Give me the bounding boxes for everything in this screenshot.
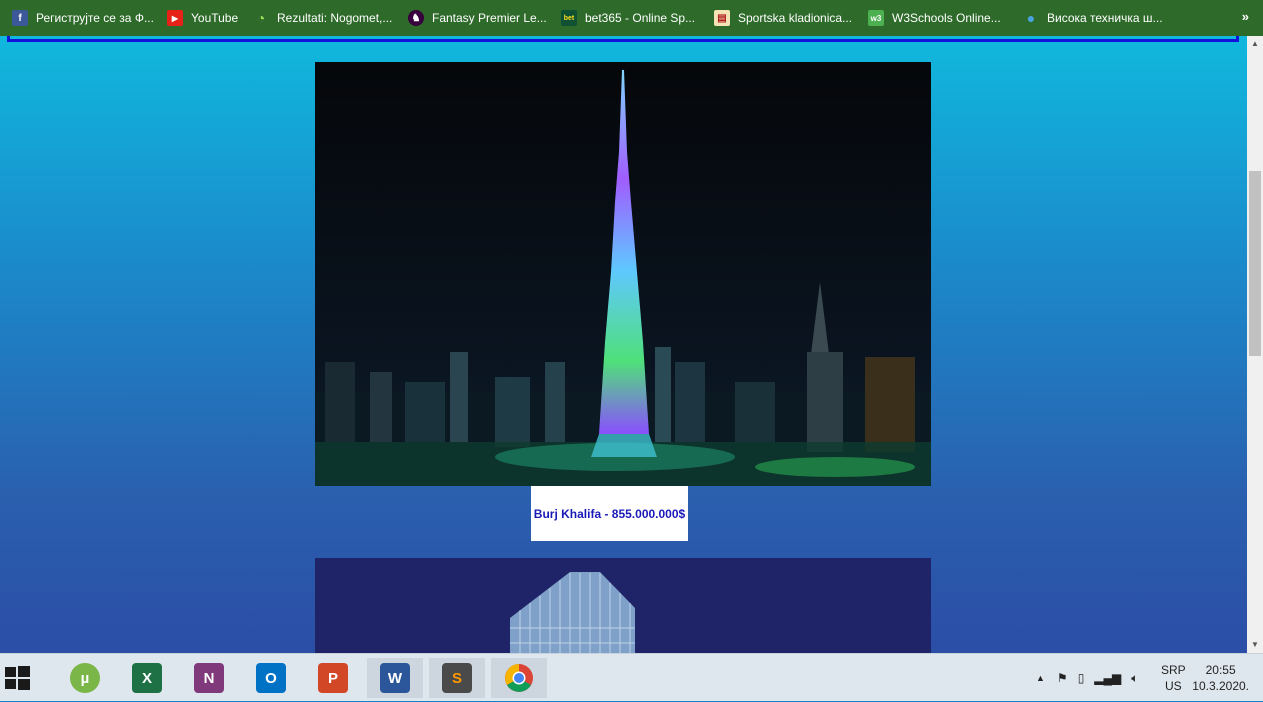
bookmarks-bar: f Региструјте се за Ф... ▶ YouTube ◔ Rez… <box>0 0 1263 36</box>
bookmarks-overflow-chevron-icon[interactable]: » <box>1242 9 1249 24</box>
bookmark-w3schools[interactable]: w3 W3Schools Online... <box>868 0 1023 36</box>
bookmark-fantasy-premier-league[interactable]: ♞ Fantasy Premier Le... <box>408 0 561 36</box>
bookmark-youtube[interactable]: ▶ YouTube <box>167 0 253 36</box>
taskbar-sublime-text[interactable]: S <box>429 658 485 698</box>
language-code: SRP <box>1161 663 1186 677</box>
taskbar-powerpoint[interactable]: P <box>305 658 361 698</box>
start-button[interactable] <box>0 654 34 702</box>
taskbar-onenote[interactable]: N <box>181 658 237 698</box>
scroll-down-arrow-icon[interactable]: ▼ <box>1247 637 1263 653</box>
utorrent-icon: µ <box>70 663 100 693</box>
onenote-icon: N <box>194 663 224 693</box>
scroll-thumb[interactable] <box>1249 171 1261 356</box>
clock[interactable]: 20:55 10.3.2020. <box>1192 662 1249 694</box>
bookmark-label: Региструјте се за Ф... <box>36 11 154 25</box>
bookmark-rezultati[interactable]: ◔ Rezultati: Nogomet,... <box>253 0 408 36</box>
scroll-up-arrow-icon[interactable]: ▲ <box>1247 36 1263 52</box>
windows-logo-icon <box>5 666 30 690</box>
kladionica-icon: ▤ <box>714 10 730 26</box>
burj-khalifa-photo <box>315 62 931 486</box>
building-photo <box>315 558 931 653</box>
sublime-text-icon: S <box>442 663 472 693</box>
rezultati-icon: ◔ <box>256 10 266 26</box>
bet365-icon: bet <box>561 10 577 26</box>
bookmark-label: W3Schools Online... <box>892 11 1001 25</box>
facebook-icon: f <box>12 10 28 26</box>
clock-date: 10.3.2020. <box>1192 679 1249 693</box>
powerpoint-icon: P <box>318 663 348 693</box>
premier-league-icon: ♞ <box>408 10 424 26</box>
bookmark-label: bet365 - Online Sp... <box>585 11 696 25</box>
bookmark-facebook[interactable]: f Региструјте се за Ф... <box>12 0 167 36</box>
vertical-scrollbar[interactable]: ▲ ▼ <box>1247 36 1263 653</box>
outlook-icon: O <box>256 663 286 693</box>
language-indicator[interactable]: SRP US <box>1161 662 1186 694</box>
volume-icon[interactable]: 🔈︎ <box>1131 671 1138 686</box>
bookmark-bet365[interactable]: bet bet365 - Online Sp... <box>561 0 714 36</box>
bookmark-label: Sportska kladionica... <box>738 11 853 25</box>
bookmark-sportska-kladionica[interactable]: ▤ Sportska kladionica... <box>714 0 868 36</box>
power-icon[interactable]: ▯ <box>1078 671 1085 685</box>
header-frame-border <box>7 36 1239 42</box>
action-center-flag-icon[interactable]: ⚑ <box>1057 671 1068 685</box>
youtube-icon: ▶ <box>167 10 183 26</box>
excel-icon: X <box>132 663 162 693</box>
bookmark-label: YouTube <box>191 11 239 25</box>
taskbar-utorrent[interactable]: µ <box>57 658 113 698</box>
burj-khalifa-caption: Burj Khalifa - 855.000.000$ <box>531 486 688 541</box>
w3schools-icon: w3 <box>868 10 884 26</box>
bookmark-visoka-tehnicka-skola[interactable]: ● Висока техничка ш... <box>1023 0 1183 36</box>
page-viewport: Burj Khalifa - 855.000.000$ <box>0 36 1247 653</box>
system-tray: ▲ ⚑ ▯ ▂▄▆ 🔈︎ <box>1036 654 1138 702</box>
school-icon: ● <box>1026 10 1036 26</box>
taskbar-excel[interactable]: X <box>119 658 175 698</box>
taskbar-outlook[interactable]: O <box>243 658 299 698</box>
clock-time: 20:55 <box>1205 663 1236 677</box>
network-signal-icon[interactable]: ▂▄▆ <box>1094 671 1121 685</box>
keyboard-layout: US <box>1165 679 1182 693</box>
bookmark-label: Rezultati: Nogomet,... <box>277 11 393 25</box>
bookmark-label: Висока техничка ш... <box>1047 11 1163 25</box>
taskbar-chrome[interactable] <box>491 658 547 698</box>
show-hidden-icons-chevron-icon[interactable]: ▲ <box>1036 673 1045 683</box>
windows-taskbar: µ X N O P W S ▲ ⚑ ▯ ▂▄▆ 🔈︎ SRP US 20:55 … <box>0 653 1263 701</box>
bookmark-label: Fantasy Premier Le... <box>432 11 547 25</box>
word-icon: W <box>380 663 410 693</box>
taskbar-word[interactable]: W <box>367 658 423 698</box>
chrome-icon <box>505 664 533 692</box>
